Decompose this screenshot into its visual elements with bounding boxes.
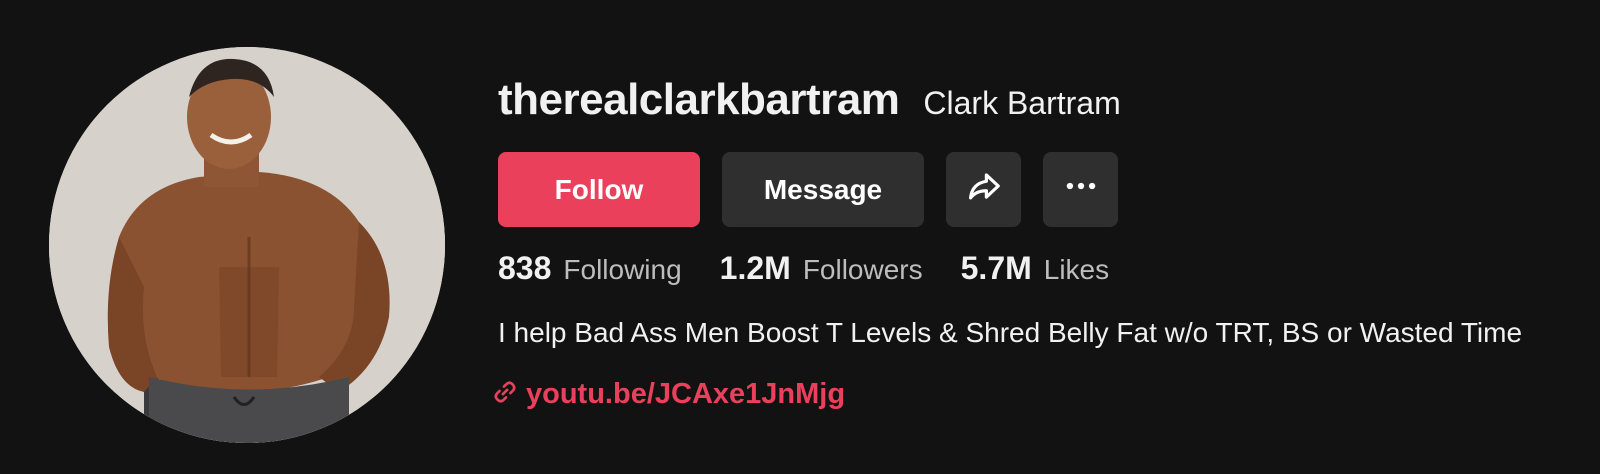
message-button[interactable]: Message	[722, 152, 924, 227]
more-icon	[1062, 167, 1100, 212]
following-count: 838	[498, 250, 552, 286]
likes-label: Likes	[1043, 254, 1110, 285]
action-buttons: Follow Message	[498, 152, 1118, 227]
stat-likes: 5.7M Likes	[961, 250, 1110, 287]
following-label: Following	[563, 254, 682, 285]
follow-button[interactable]: Follow	[498, 152, 700, 227]
followers-count: 1.2M	[719, 250, 791, 286]
likes-count: 5.7M	[960, 250, 1032, 286]
followers-label: Followers	[802, 254, 923, 285]
stat-followers[interactable]: 1.2M Followers	[720, 250, 923, 287]
avatar[interactable]	[49, 47, 445, 443]
profile-header: therealclarkbartram Clark Bartram Follow…	[0, 0, 1600, 474]
profile-stats: 838 Following 1.2M Followers 5.7M Likes	[498, 250, 1147, 287]
share-button[interactable]	[946, 152, 1021, 227]
name-row: therealclarkbartram Clark Bartram	[498, 72, 1600, 132]
link-icon	[492, 379, 518, 410]
display-name: Clark Bartram	[923, 85, 1121, 121]
share-icon	[965, 167, 1003, 212]
more-button[interactable]	[1043, 152, 1118, 227]
avatar-photo	[49, 47, 445, 443]
profile-link[interactable]: youtu.be/JCAxe1JnMjg	[492, 378, 845, 411]
link-text[interactable]: youtu.be/JCAxe1JnMjg	[526, 378, 845, 411]
username: therealclarkbartram	[498, 75, 900, 124]
bio-text: I help Bad Ass Men Boost T Levels & Shre…	[498, 317, 1523, 348]
stat-following[interactable]: 838 Following	[498, 250, 682, 287]
profile-info: therealclarkbartram Clark Bartram Follow…	[494, 72, 1600, 410]
